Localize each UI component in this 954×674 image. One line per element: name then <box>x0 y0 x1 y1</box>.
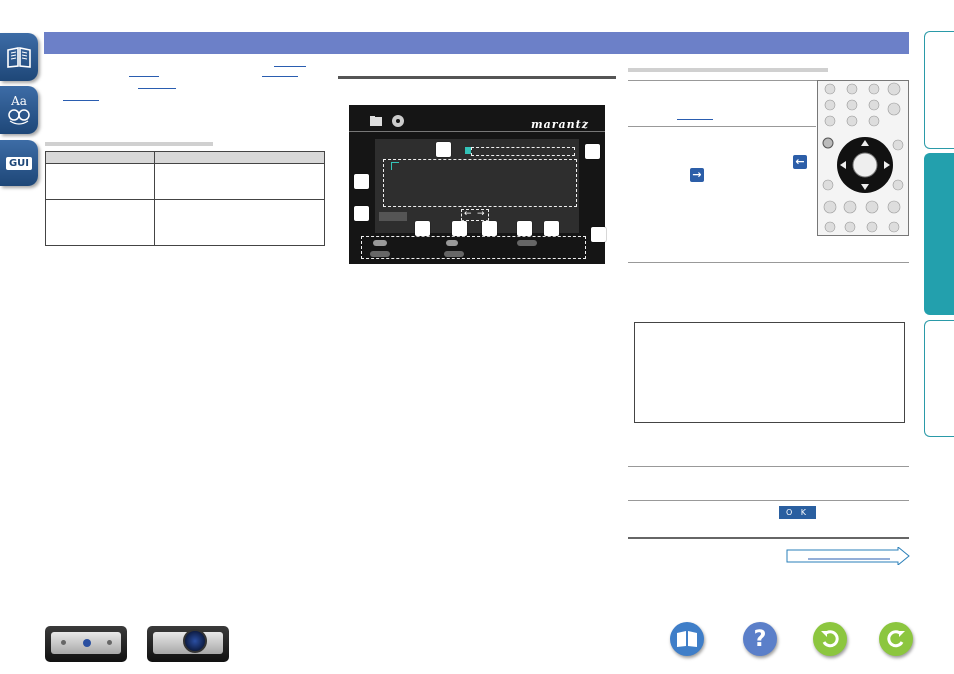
book-icon <box>7 47 31 68</box>
screen-content-area: ← → <box>375 139 579 233</box>
callout-marker <box>517 221 532 236</box>
receiver-rear-icon[interactable] <box>147 626 229 662</box>
callout-frame-bottom <box>361 236 586 259</box>
right-arrow-icon: → <box>477 209 485 219</box>
callout-marker <box>452 221 467 236</box>
table-cell <box>45 199 155 246</box>
step-divider <box>628 500 909 501</box>
right-arrow-key-icon: → <box>690 168 704 182</box>
brand-logo: marantz <box>530 118 589 131</box>
button-pill <box>517 240 537 246</box>
callout-marker <box>415 221 430 236</box>
forward-icon[interactable] <box>879 622 913 656</box>
ok-button-icon: O K <box>779 506 816 519</box>
disc-icon <box>392 115 404 127</box>
gui-nav-button[interactable]: GUI <box>0 140 38 186</box>
table-header-cell <box>154 151 325 164</box>
left-arrow-icon: ← <box>464 209 472 219</box>
table-cell <box>45 163 155 200</box>
receiver-front-icon[interactable] <box>45 626 127 662</box>
gui-icon: GUI <box>5 156 33 170</box>
book-contents-icon[interactable] <box>670 622 704 656</box>
page-link-2[interactable] <box>129 76 159 77</box>
table-cell <box>154 163 325 200</box>
table-cell <box>154 199 325 246</box>
table-header-cell <box>45 151 155 164</box>
step-divider <box>628 126 816 127</box>
remote-key-icon <box>446 240 458 246</box>
callout-marker <box>436 142 451 157</box>
screen-section-rule <box>338 76 616 79</box>
selection-corner <box>391 162 399 170</box>
page-link-1[interactable] <box>274 66 306 67</box>
procedure-heading-bar <box>628 68 828 72</box>
glossary-icon: Aa <box>11 93 27 108</box>
reading-glasses-icon <box>8 108 30 125</box>
callout-marker <box>354 174 369 189</box>
callout-frame-1 <box>471 147 575 156</box>
remote-control-icon <box>822 82 904 233</box>
info-table <box>45 151 325 246</box>
button-pill <box>370 251 390 257</box>
subsection-heading-bar <box>45 142 213 146</box>
screen-header-rule <box>349 131 605 132</box>
glossary-nav-button[interactable]: Aa <box>0 86 38 134</box>
gui-screen-mockup: marantz ← → <box>349 105 606 264</box>
right-tab-2-active[interactable] <box>924 153 954 315</box>
remote-control-image <box>817 80 909 236</box>
callout-marker <box>482 221 497 236</box>
back-icon[interactable] <box>813 622 847 656</box>
note-box <box>634 322 905 423</box>
right-tab-3[interactable] <box>924 320 954 437</box>
page-link-6[interactable] <box>677 119 713 120</box>
section-title-banner <box>44 32 909 54</box>
callout-frame-2 <box>383 159 577 207</box>
left-arrow-key-icon: ← <box>793 155 807 169</box>
page-link-3[interactable] <box>262 76 298 77</box>
manual-nav-button[interactable] <box>0 33 38 81</box>
right-tab-1[interactable] <box>924 31 954 149</box>
callout-marker <box>354 206 369 221</box>
step-divider <box>628 466 909 467</box>
callout-marker <box>544 221 559 236</box>
callout-marker <box>591 227 606 242</box>
page-link-5[interactable] <box>63 100 99 101</box>
page-link-4[interactable] <box>138 88 176 89</box>
folder-icon <box>370 116 382 126</box>
remote-key-icon <box>373 240 387 246</box>
button-pill <box>444 251 464 257</box>
help-icon[interactable]: ? <box>743 622 777 656</box>
section-end-rule <box>628 537 909 539</box>
step-divider <box>628 262 909 263</box>
status-block <box>379 212 407 221</box>
callout-marker <box>585 144 600 159</box>
next-page-arrow-icon[interactable] <box>786 547 910 565</box>
